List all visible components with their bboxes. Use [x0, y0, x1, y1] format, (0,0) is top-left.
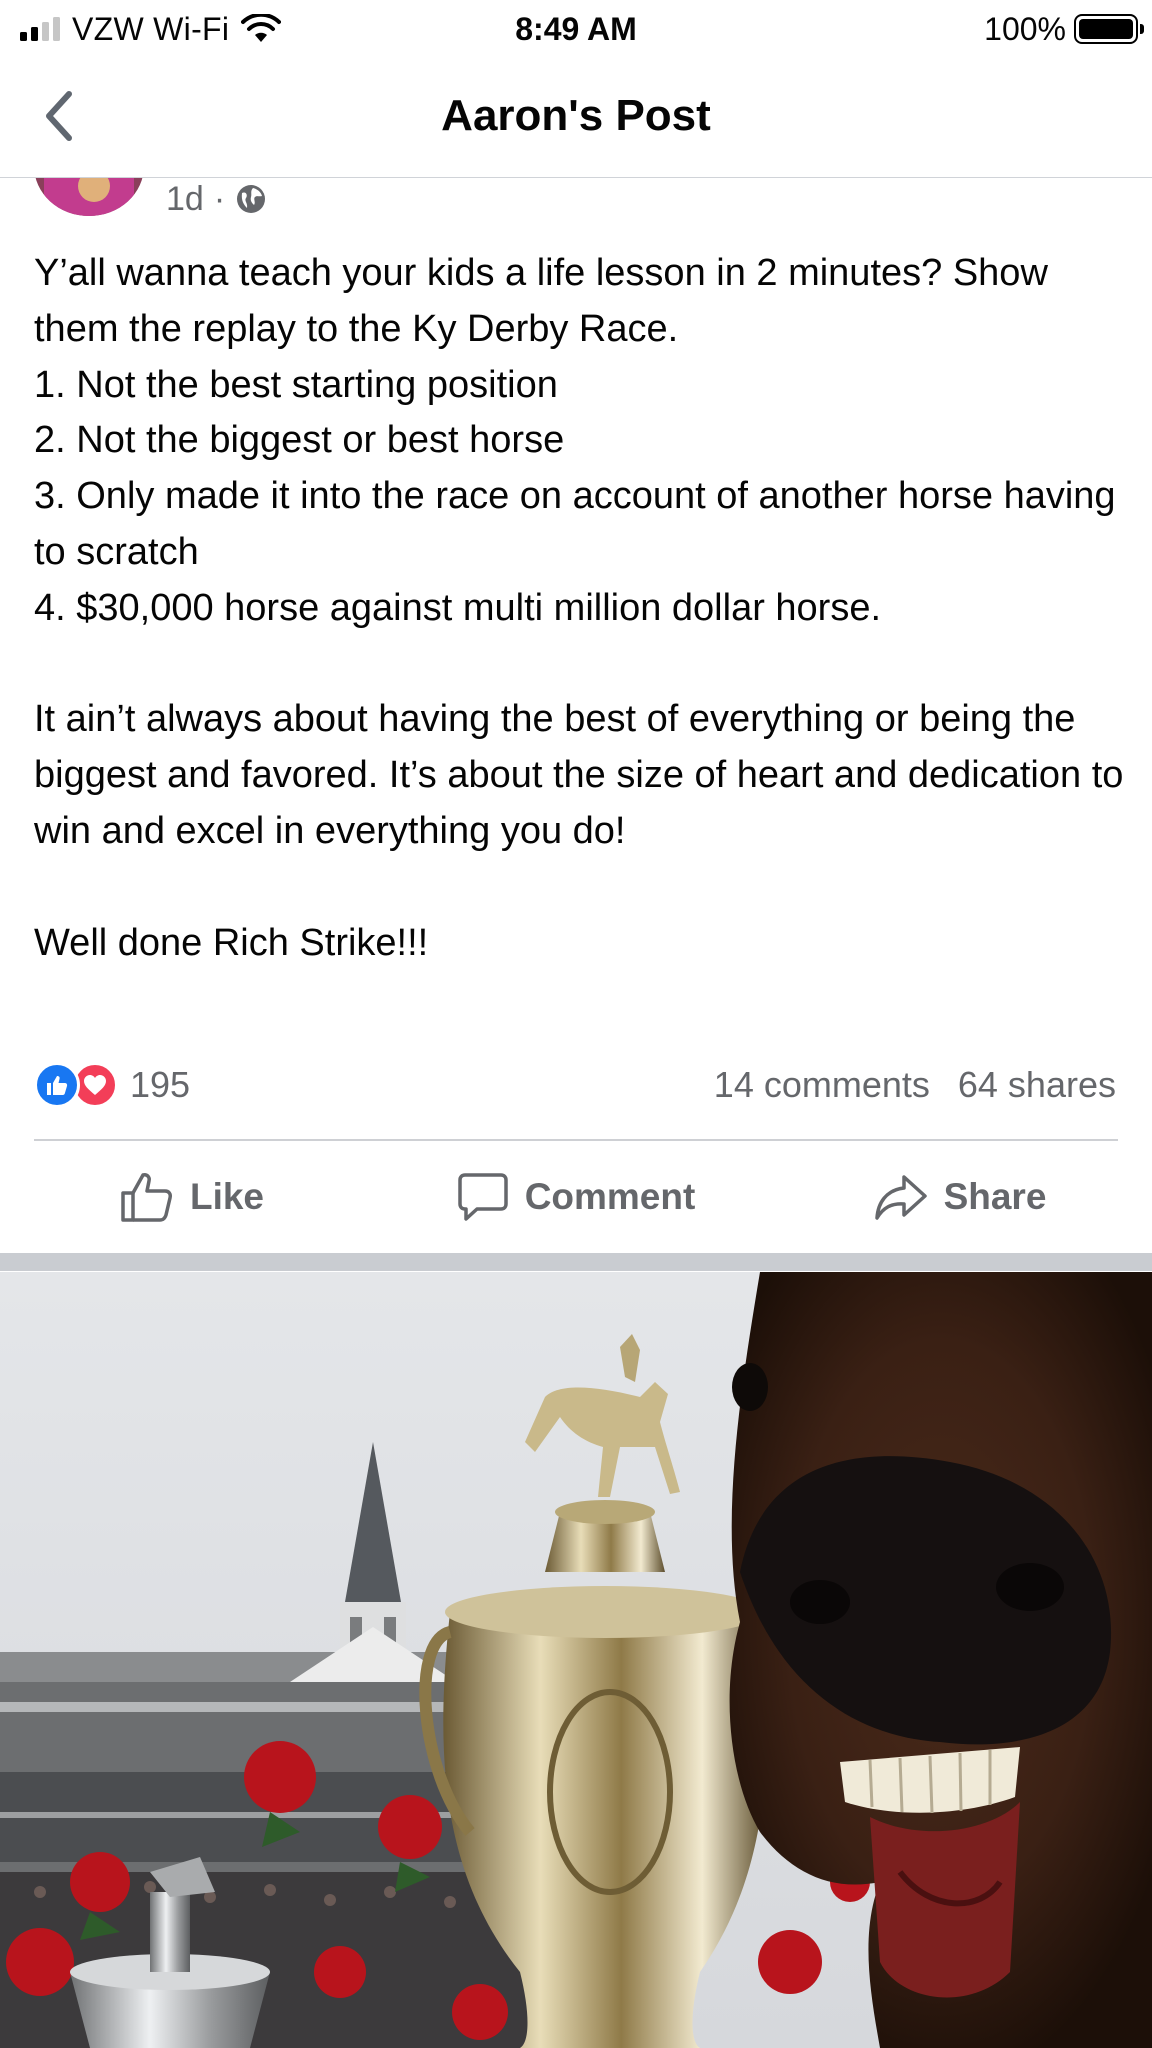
status-time: 8:49 AM [515, 11, 637, 47]
like-label: Like [189, 1176, 265, 1217]
engagement-stats: 14 comments 64 shares [714, 1060, 1116, 1110]
like-reaction-icon [34, 1062, 80, 1108]
post-paragraph: Well done Rich Strike!!! [34, 921, 429, 964]
comment-bubble-icon [457, 1173, 508, 1221]
post-body: Y’all wanna teach your kids a life lesso… [34, 246, 1124, 971]
post-age[interactable]: 1d [166, 180, 204, 219]
comment-button[interactable]: Comment [384, 1142, 768, 1252]
battery-percent: 100% [984, 10, 1066, 47]
reaction-count: 195 [130, 1064, 191, 1105]
share-button[interactable]: Share [768, 1142, 1152, 1252]
reactions-summary[interactable]: 195 [34, 1060, 190, 1110]
feed-separator [0, 1253, 1152, 1271]
page-title: Aaron's Post [441, 91, 711, 140]
comment-label: Comment [524, 1176, 696, 1217]
battery-icon [1074, 14, 1144, 44]
share-label: Share [943, 1176, 1047, 1217]
globe-icon [237, 185, 266, 213]
post-paragraph: Y’all wanna teach your kids a life lesso… [34, 252, 1048, 350]
nav-header: Aaron's Post [0, 58, 1152, 178]
like-button[interactable]: Like [0, 1142, 384, 1252]
meta-separator: · [213, 179, 226, 218]
post-list-item: 4. $30,000 horse against multi million d… [34, 586, 882, 629]
share-arrow-icon [874, 1175, 927, 1220]
divider [34, 1139, 1118, 1141]
post-meta: 1d · [166, 176, 267, 222]
post-photo[interactable] [0, 1272, 1152, 2048]
post-list-item: 2. Not the biggest or best horse [34, 419, 565, 462]
thumbs-up-icon [121, 1173, 172, 1222]
action-bar: Like Comment Share [0, 1142, 1152, 1252]
status-right: 100% [984, 10, 1144, 48]
shares-count-link[interactable]: 64 shares [958, 1064, 1116, 1106]
post-paragraph: It ain’t always about having the best of… [34, 698, 1124, 852]
status-bar: VZW Wi-Fi 8:49 AM 100% [0, 0, 1152, 58]
comments-count-link[interactable]: 14 comments [714, 1064, 930, 1106]
post-list-item: 1. Not the best starting position [34, 363, 558, 406]
post-list-item: 3. Only made it into the race on account… [34, 475, 1116, 573]
